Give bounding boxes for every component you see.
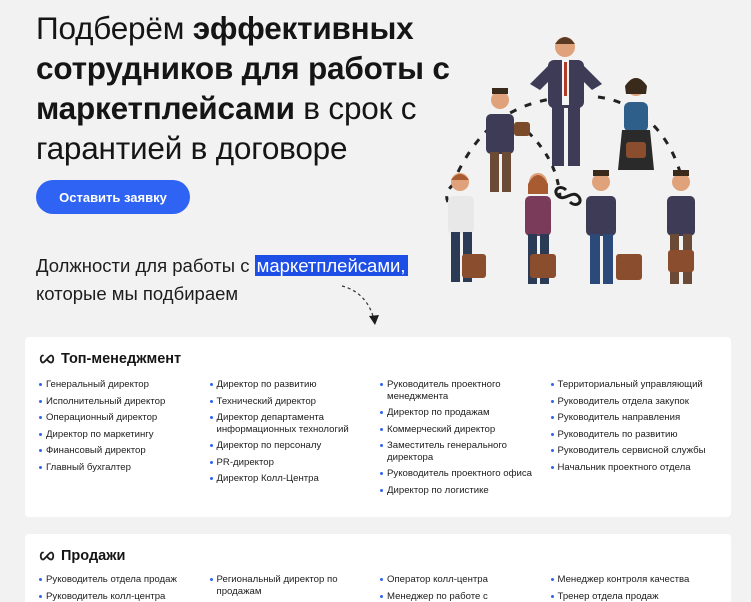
- section-card-top-management: Топ-менеджмент Генеральный директор Испо…: [25, 337, 731, 517]
- list-item: Директор по логистике: [380, 485, 545, 497]
- team-pyramid-illustration: [445, 37, 695, 284]
- list-item: Руководитель сервисной службы: [550, 445, 716, 457]
- person-bottom-3: [586, 170, 642, 284]
- list-item: Региональный директор по продажам: [209, 574, 375, 597]
- section-title: Продажи: [61, 548, 126, 564]
- positions-text-before: Должности для работы с: [36, 255, 255, 276]
- list-item: Менеджер контроля качества: [550, 574, 716, 586]
- list-item: Директор департамента информационных тех…: [209, 412, 375, 435]
- list-item: Директор по маркетингу: [39, 429, 204, 441]
- list-item: Территориальный управляющий: [550, 379, 716, 391]
- positions-column-1: Руководитель отдела продаж Руководитель …: [39, 574, 210, 602]
- positions-column-2: Директор по развитию Технический директо…: [209, 379, 381, 501]
- positions-column-3: Руководитель проектного менеджмента Дире…: [380, 379, 551, 501]
- list-item: Менеджер по работе с: [380, 591, 545, 602]
- list-item: Директор по развитию: [209, 379, 375, 391]
- person-upper-left: [486, 88, 530, 192]
- list-item: Руководитель направления: [550, 412, 716, 424]
- positions-column-4: Менеджер контроля качества Тренер отдела…: [550, 574, 722, 602]
- positions-column-3: Оператор колл-центра Менеджер по работе …: [380, 574, 551, 602]
- list-item: Руководитель проектного офиса: [380, 468, 545, 480]
- list-item: Директор Колл-Центра: [209, 473, 375, 485]
- list-item: Технический директор: [209, 396, 375, 408]
- person-bottom-1: [448, 173, 486, 282]
- person-bottom-4: [667, 170, 695, 284]
- person-bottom-2: [525, 173, 556, 284]
- list-item: Директор по продажам: [380, 407, 545, 419]
- positions-columns: Генеральный директор Исполнительный дире…: [39, 379, 721, 501]
- person-upper-right: [618, 78, 654, 170]
- list-item: Финансовый директор: [39, 445, 204, 457]
- list-item: Руководитель колл-центра: [39, 591, 204, 602]
- hero-title-part1: Подберём: [36, 10, 193, 46]
- list-item: Операционный директор: [39, 412, 204, 424]
- list-item: Руководитель отдела продаж: [39, 574, 204, 586]
- positions-text-after: которые мы подбираем: [36, 282, 239, 304]
- section-header: Топ-менеджмент: [39, 351, 181, 367]
- list-item: Начальник проектного отдела: [550, 462, 716, 474]
- list-item: Руководитель проектного менеджмента: [380, 379, 545, 402]
- positions-text-highlight: маркетплейсами,: [254, 255, 408, 276]
- list-item: Главный бухгалтер: [39, 462, 204, 474]
- infinity-logo-icon: [39, 354, 55, 364]
- hero-title: Подберём эффективных сотрудников для раб…: [36, 8, 466, 168]
- positions-column-1: Генеральный директор Исполнительный дире…: [39, 379, 210, 501]
- list-item: Заместитель генерального директора: [380, 440, 545, 463]
- positions-column-4: Территориальный управляющий Руководитель…: [550, 379, 722, 501]
- list-item: Генеральный директор: [39, 379, 204, 391]
- section-card-sales: Продажи Руководитель отдела продаж Руков…: [25, 534, 731, 602]
- dashed-arrow-icon: [341, 285, 379, 325]
- section-title: Топ-менеджмент: [61, 351, 182, 367]
- submit-request-button[interactable]: Оставить заявку: [36, 180, 190, 214]
- infinity-logo-icon: [39, 551, 55, 561]
- list-item: Руководитель отдела закупок: [550, 396, 716, 408]
- list-item: Руководитель по развитию: [550, 429, 716, 441]
- positions-columns: Руководитель отдела продаж Руководитель …: [39, 574, 721, 602]
- list-item: PR-директор: [209, 457, 375, 469]
- list-item: Директор по персоналу: [209, 440, 375, 452]
- list-item: Исполнительный директор: [39, 396, 204, 408]
- infinity-badge: [554, 186, 582, 206]
- section-header: Продажи: [39, 548, 125, 564]
- list-item: Оператор колл-центра: [380, 574, 545, 586]
- list-item: Коммерческий директор: [380, 424, 545, 436]
- positions-column-2: Региональный директор по продажам: [209, 574, 381, 602]
- list-item: Тренер отдела продаж: [550, 591, 716, 602]
